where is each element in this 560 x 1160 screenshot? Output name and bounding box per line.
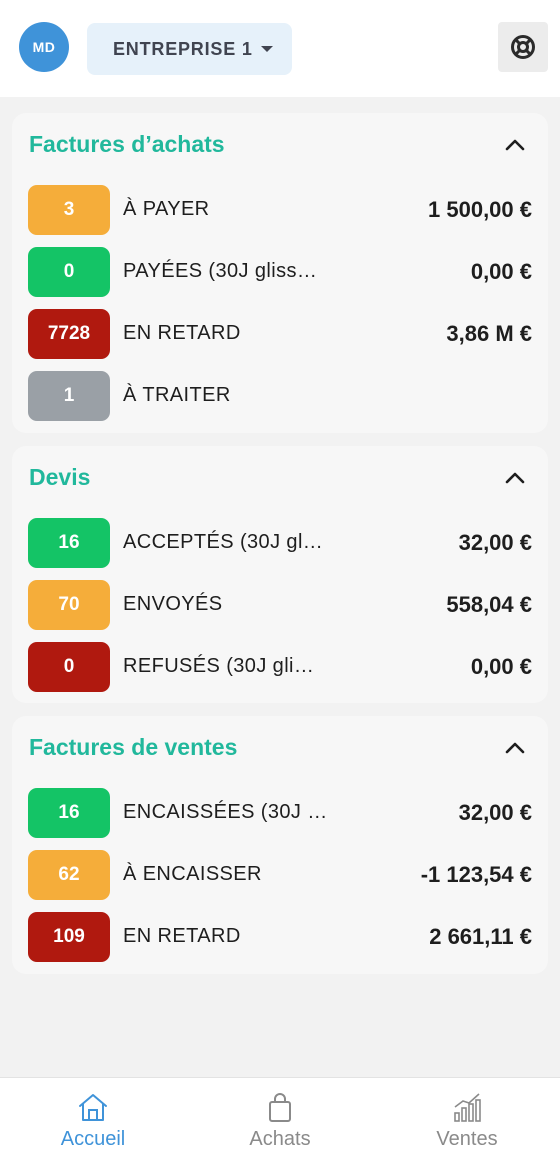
row-label: À TRAITER bbox=[123, 384, 231, 406]
lifebuoy-icon bbox=[511, 35, 535, 59]
nav-label: Achats bbox=[249, 1128, 311, 1150]
row-label: À PAYER bbox=[123, 198, 210, 220]
list-item[interactable]: 109 EN RETARD 2 661,11 € bbox=[28, 912, 532, 962]
section-sales-invoices: Factures de ventes 16 ENCAISSÉES (30J … … bbox=[12, 716, 548, 974]
chevron-up-icon[interactable] bbox=[504, 740, 526, 756]
row-amount: 0,00 € bbox=[470, 259, 532, 284]
section-purchase-invoices: Factures d’achats 3 À PAYER 1 500,00 € 0… bbox=[12, 113, 548, 433]
row-amount: 558,04 € bbox=[446, 592, 532, 617]
row-amount: 0,00 € bbox=[470, 654, 532, 679]
count-badge: 0 bbox=[28, 642, 110, 692]
chevron-down-icon bbox=[261, 46, 273, 52]
row-label: PAYÉES (30J gliss… bbox=[123, 260, 318, 282]
home-icon bbox=[79, 1094, 107, 1121]
list-item[interactable]: 1 À TRAITER bbox=[28, 371, 532, 421]
count-badge: 16 bbox=[28, 518, 110, 568]
app: MD ENTREPRISE 1 Factures d’achats 3 À PA… bbox=[0, 0, 560, 1160]
list-item[interactable]: 0 REFUSÉS (30J gli… 0,00 € bbox=[28, 642, 532, 692]
list-item[interactable]: 0 PAYÉES (30J gliss… 0,00 € bbox=[28, 247, 532, 297]
nav-item-accueil[interactable]: Accueil bbox=[0, 1078, 186, 1160]
avatar[interactable]: MD bbox=[19, 22, 69, 72]
company-label: ENTREPRISE 1 bbox=[113, 38, 253, 59]
row-label: REFUSÉS (30J gli… bbox=[123, 655, 315, 677]
bottom-nav: Accueil Achats Ventes bbox=[0, 1077, 560, 1160]
count-badge: 109 bbox=[28, 912, 110, 962]
chevron-up-icon[interactable] bbox=[504, 137, 526, 153]
nav-label: Accueil bbox=[60, 1128, 126, 1150]
shopping-bag-icon bbox=[269, 1093, 291, 1122]
row-amount: 32,00 € bbox=[458, 530, 532, 555]
list-item[interactable]: 16 ACCEPTÉS (30J gl… 32,00 € bbox=[28, 518, 532, 568]
nav-item-ventes[interactable]: Ventes bbox=[374, 1078, 560, 1160]
row-label: ENCAISSÉES (30J … bbox=[123, 801, 328, 823]
count-badge: 7728 bbox=[28, 309, 110, 359]
count-badge: 62 bbox=[28, 850, 110, 900]
row-amount: 32,00 € bbox=[458, 800, 532, 825]
row-amount: 2 661,11 € bbox=[429, 924, 532, 949]
list-item[interactable]: 62 À ENCAISSER -1 123,54 € bbox=[28, 850, 532, 900]
row-label: ENVOYÉS bbox=[123, 593, 223, 615]
row-label: À ENCAISSER bbox=[123, 863, 262, 885]
company-selector[interactable]: ENTREPRISE 1 bbox=[87, 23, 292, 75]
row-label: EN RETARD bbox=[123, 322, 241, 344]
row-amount: 1 500,00 € bbox=[428, 197, 532, 222]
bar-chart-icon bbox=[454, 1093, 481, 1122]
section-title: Factures de ventes bbox=[29, 734, 238, 760]
count-badge: 0 bbox=[28, 247, 110, 297]
list-item[interactable]: 70 ENVOYÉS 558,04 € bbox=[28, 580, 532, 630]
chevron-up-icon[interactable] bbox=[504, 470, 526, 486]
dashboard-content: Factures d’achats 3 À PAYER 1 500,00 € 0… bbox=[0, 97, 560, 1077]
count-badge: 16 bbox=[28, 788, 110, 838]
help-button[interactable] bbox=[498, 22, 548, 72]
nav-item-achats[interactable]: Achats bbox=[187, 1078, 373, 1160]
row-label: ACCEPTÉS (30J gl… bbox=[123, 531, 324, 553]
count-badge: 70 bbox=[28, 580, 110, 630]
nav-label: Ventes bbox=[436, 1128, 498, 1150]
section-title: Devis bbox=[29, 464, 91, 490]
list-item[interactable]: 7728 EN RETARD 3,86 M € bbox=[28, 309, 532, 359]
top-bar: MD ENTREPRISE 1 bbox=[0, 0, 560, 97]
section-title: Factures d’achats bbox=[29, 131, 225, 157]
count-badge: 1 bbox=[28, 371, 110, 421]
section-quotes: Devis 16 ACCEPTÉS (30J gl… 32,00 € 70 EN… bbox=[12, 446, 548, 703]
count-badge: 3 bbox=[28, 185, 110, 235]
list-item[interactable]: 16 ENCAISSÉES (30J … 32,00 € bbox=[28, 788, 532, 838]
row-amount: 3,86 M € bbox=[446, 321, 532, 346]
list-item[interactable]: 3 À PAYER 1 500,00 € bbox=[28, 185, 532, 235]
row-amount: -1 123,54 € bbox=[420, 862, 532, 887]
row-label: EN RETARD bbox=[123, 925, 241, 947]
